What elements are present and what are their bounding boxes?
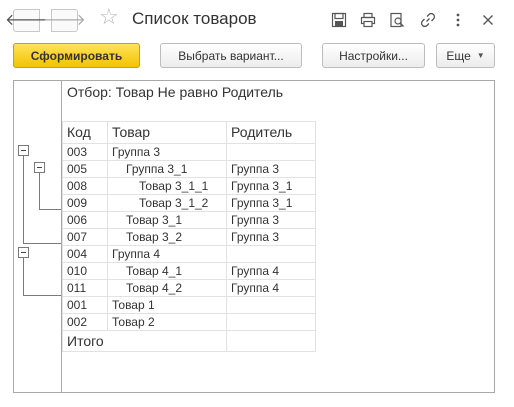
collapse-group-3-1-button[interactable] (34, 162, 45, 173)
group-line (39, 209, 61, 210)
cell-product: Товар 3_1_1 (107, 177, 227, 195)
settings-button-label: Настройки... (339, 48, 408, 63)
table-row[interactable]: 009 Товар 3_1_2 Группа 3_1 (62, 194, 316, 212)
table-row[interactable]: 010 Товар 4_1 Группа 4 (62, 262, 316, 280)
cell-parent: Группа 3_1 (226, 194, 316, 212)
cell-parent: Группа 4 (226, 279, 316, 297)
cell-product: Товар 3_1_2 (107, 194, 227, 212)
group-line (39, 173, 40, 209)
cell-code: 001 (62, 296, 108, 314)
table-row[interactable]: 007 Товар 3_2 Группа 3 (62, 228, 316, 246)
cell-code: 004 (62, 245, 108, 263)
total-label: Итого (62, 330, 227, 352)
close-icon[interactable] (480, 12, 496, 28)
cell-code: 007 (62, 228, 108, 246)
table-row[interactable]: 004 Группа 4 (62, 245, 316, 263)
group-line (23, 295, 61, 296)
cell-product: Группа 3 (107, 143, 227, 161)
cell-product: Товар 4_1 (107, 262, 227, 280)
report-filter-caption: Отбор: Товар Не равно Родитель (67, 84, 284, 100)
column-header-parent: Родитель (226, 121, 316, 144)
cell-parent (226, 245, 316, 263)
cell-parent: Группа 3 (226, 211, 316, 229)
total-parent-cell (226, 330, 316, 352)
column-header-product: Товар (107, 121, 227, 144)
collapse-group-3-button[interactable] (18, 145, 29, 156)
cell-code: 010 (62, 262, 108, 280)
report-area[interactable]: Отбор: Товар Не равно Родитель Код Товар… (13, 80, 495, 393)
print-preview-icon[interactable] (389, 12, 405, 28)
cell-parent (226, 143, 316, 161)
cell-product: Группа 4 (107, 245, 227, 263)
cell-product: Товар 1 (107, 296, 227, 314)
more-menu-button-label: Еще (446, 48, 471, 63)
table-row[interactable]: 006 Товар 3_1 Группа 3 (62, 211, 316, 229)
arrow-left-icon: 🡐 (5, 11, 48, 29)
more-icon[interactable] (450, 12, 466, 28)
cell-code: 002 (62, 313, 108, 331)
more-menu-button[interactable]: Еще ▼ (436, 43, 495, 68)
group-line (23, 156, 24, 243)
cell-code: 011 (62, 279, 108, 297)
forward-button[interactable]: 🡒 (43, 9, 86, 32)
cell-code: 005 (62, 160, 108, 178)
back-button[interactable]: 🡐 (5, 9, 48, 32)
table-row[interactable]: 001 Товар 1 (62, 296, 316, 314)
window-title: Список товаров (132, 9, 257, 28)
cell-code: 006 (62, 211, 108, 229)
cell-product: Товар 2 (107, 313, 227, 331)
table-row[interactable]: 003 Группа 3 (62, 143, 316, 161)
save-icon[interactable] (331, 12, 347, 28)
print-icon[interactable] (360, 12, 376, 28)
group-line (23, 243, 61, 244)
cell-parent (226, 296, 316, 314)
cell-code: 003 (62, 143, 108, 161)
cell-parent: Группа 3 (226, 160, 316, 178)
table-row[interactable]: 005 Группа 3_1 Группа 3 (62, 160, 316, 178)
table-header: Код Товар Родитель (62, 121, 316, 144)
link-icon[interactable] (420, 12, 436, 28)
select-variant-button-label: Выбрать вариант... (178, 48, 284, 63)
cell-product: Товар 3_2 (107, 228, 227, 246)
select-variant-button[interactable]: Выбрать вариант... (160, 43, 302, 68)
settings-button[interactable]: Настройки... (322, 43, 425, 68)
table-row[interactable]: 002 Товар 2 (62, 313, 316, 331)
group-line (23, 258, 24, 295)
cell-code: 008 (62, 177, 108, 195)
report-table: Код Товар Родитель 003 Группа 3 005 Груп… (62, 121, 316, 352)
cell-code: 009 (62, 194, 108, 212)
cell-product: Товар 3_1 (107, 211, 227, 229)
column-header-code: Код (62, 121, 108, 144)
table-row[interactable]: 008 Товар 3_1_1 Группа 3_1 (62, 177, 316, 195)
favorite-star-icon[interactable]: ☆ (99, 6, 119, 28)
chevron-down-icon: ▼ (476, 51, 485, 60)
collapse-group-4-button[interactable] (18, 247, 29, 258)
generate-button[interactable]: Сформировать (13, 43, 140, 68)
cell-product: Товар 4_2 (107, 279, 227, 297)
cell-product: Группа 3_1 (107, 160, 227, 178)
cell-parent: Группа 3 (226, 228, 316, 246)
table-total-row[interactable]: Итого (62, 330, 316, 352)
cell-parent (226, 313, 316, 331)
table-row[interactable]: 011 Товар 4_2 Группа 4 (62, 279, 316, 297)
generate-button-label: Сформировать (30, 48, 123, 63)
cell-parent: Группа 4 (226, 262, 316, 280)
arrow-right-icon: 🡒 (43, 11, 86, 29)
cell-parent: Группа 3_1 (226, 177, 316, 195)
